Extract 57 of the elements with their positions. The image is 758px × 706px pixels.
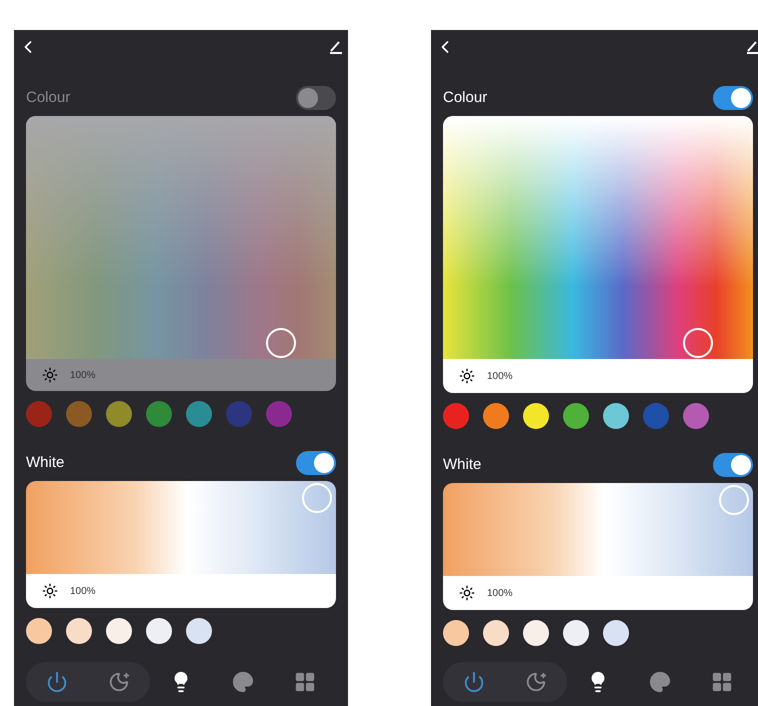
brightness-icon [459, 368, 475, 384]
brightness-bar[interactable]: 100% [443, 576, 753, 610]
colour-swatch[interactable] [683, 403, 709, 429]
brightness-value: 100% [70, 368, 96, 382]
brightness-icon [42, 583, 58, 599]
colour-swatch[interactable] [186, 618, 212, 644]
toggle-switch[interactable] [713, 453, 753, 477]
colour-swatch[interactable] [186, 401, 212, 427]
picker-thumb[interactable] [719, 485, 749, 515]
section-title: White [26, 452, 64, 473]
edit-icon[interactable] [328, 40, 344, 54]
power-icon[interactable] [463, 671, 485, 693]
colour-swatch[interactable] [106, 618, 132, 644]
colour-swatch[interactable] [563, 403, 589, 429]
colour-swatch[interactable] [226, 401, 252, 427]
picker-thumb[interactable] [302, 483, 332, 513]
colour-swatch[interactable] [523, 620, 549, 646]
grid-icon[interactable] [294, 671, 316, 693]
colour-swatch[interactable] [603, 620, 629, 646]
toggle-switch[interactable] [296, 86, 336, 110]
colour-swatch[interactable] [643, 403, 669, 429]
section-title: White [443, 454, 482, 475]
brightness-value: 100% [487, 586, 513, 600]
colour-swatch[interactable] [563, 620, 589, 646]
palette-icon[interactable] [649, 671, 671, 693]
moon-icon[interactable] [525, 671, 547, 693]
brightness-bar[interactable]: 100% [26, 359, 336, 391]
colour-swatch[interactable] [266, 401, 292, 427]
colour-swatch[interactable] [443, 403, 469, 429]
brightness-bar[interactable]: 100% [26, 574, 336, 608]
colour-swatch[interactable] [146, 618, 172, 644]
brightness-value: 100% [70, 584, 96, 598]
brightness-bar[interactable]: 100% [443, 359, 753, 393]
brightness-icon [459, 585, 475, 601]
colour-swatch[interactable] [146, 401, 172, 427]
brightness-value: 100% [487, 370, 513, 384]
colour-swatch[interactable] [603, 403, 629, 429]
grid-icon[interactable] [711, 671, 733, 693]
colour-swatch[interactable] [443, 620, 469, 646]
colour-swatch[interactable] [66, 401, 92, 427]
colour-swatch[interactable] [66, 618, 92, 644]
colour-swatch[interactable] [483, 620, 509, 646]
colour-swatch[interactable] [483, 403, 509, 429]
power-icon[interactable] [46, 671, 68, 693]
section-title: Colour [443, 88, 488, 108]
colour-swatch[interactable] [106, 401, 132, 427]
colour-swatch[interactable] [523, 403, 549, 429]
toggle-switch[interactable] [713, 86, 753, 110]
edit-icon[interactable] [745, 40, 758, 54]
toggle-switch[interactable] [296, 451, 336, 475]
palette-icon[interactable] [232, 671, 254, 693]
colour-swatch[interactable] [26, 401, 52, 427]
colour-picker[interactable] [443, 116, 753, 359]
moon-icon[interactable] [108, 671, 130, 693]
section-title: Colour [26, 88, 70, 108]
colour-swatch[interactable] [26, 618, 52, 644]
brightness-icon [42, 367, 58, 383]
